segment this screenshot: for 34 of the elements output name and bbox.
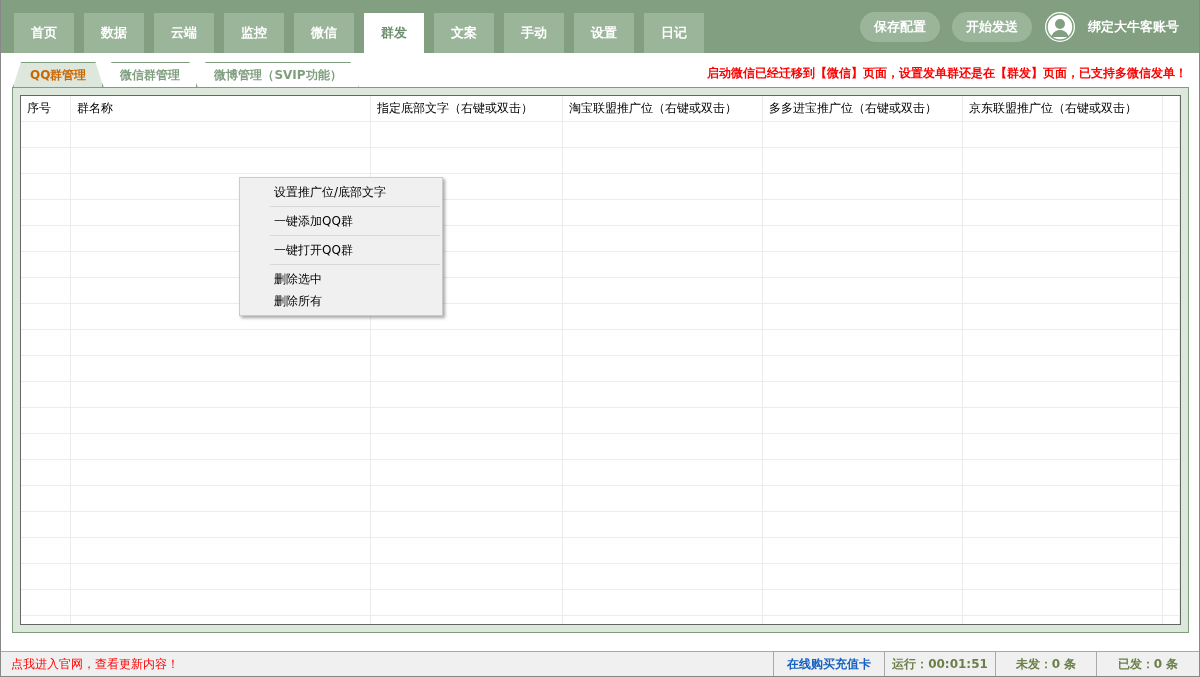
column-header: 序号 bbox=[21, 96, 71, 121]
menu-item[interactable]: 一键打开QQ群 bbox=[240, 239, 442, 261]
nav-tab[interactable]: 手动 bbox=[504, 13, 564, 53]
nav-tab[interactable]: 微信 bbox=[294, 13, 354, 53]
sub-tab[interactable]: 微博管理（SVIP功能） bbox=[197, 62, 359, 87]
menu-item[interactable]: 删除选中 bbox=[240, 268, 442, 290]
menu-item[interactable]: 一键添加QQ群 bbox=[240, 210, 442, 232]
nav-tab[interactable]: 日记 bbox=[644, 13, 704, 53]
notice-text: 启动微信已经迁移到【微信】页面，设置发单群还是在【群发】页面，已支持多微信发单！ bbox=[707, 64, 1187, 82]
nav-tab[interactable]: 首页 bbox=[14, 13, 74, 53]
menu-item[interactable]: 设置推广位/底部文字 bbox=[240, 181, 442, 203]
nav-tab[interactable]: 群发 bbox=[364, 13, 424, 53]
sub-tab[interactable]: 微信群管理 bbox=[103, 62, 198, 87]
column-header: 群名称 bbox=[71, 96, 371, 121]
header-button[interactable]: 开始发送 bbox=[952, 11, 1032, 42]
nav-tab[interactable]: 文案 bbox=[434, 13, 494, 53]
column-header: 多多进宝推广位（右键或双击） bbox=[763, 96, 963, 121]
column-header: 指定底部文字（右键或双击） bbox=[371, 96, 563, 121]
column-header: 淘宝联盟推广位（右键或双击） bbox=[563, 96, 763, 121]
nav-tab[interactable]: 云端 bbox=[154, 13, 214, 53]
header-button[interactable]: 保存配置 bbox=[860, 11, 940, 42]
buy-card-link[interactable]: 在线购买充值卡 bbox=[773, 652, 884, 676]
nav-tab[interactable]: 数据 bbox=[84, 13, 144, 53]
sub-tab[interactable]: QQ群管理 bbox=[13, 62, 104, 87]
sent-count: 已发：0 条 bbox=[1096, 652, 1199, 676]
unsent-count: 未发：0 条 bbox=[995, 652, 1096, 676]
menu-item[interactable]: 删除所有 bbox=[240, 290, 442, 312]
nav-tab[interactable]: 设置 bbox=[574, 13, 634, 53]
website-link[interactable]: 点我进入官网，查看更新内容！ bbox=[1, 655, 773, 673]
runtime-text: 运行：00:01:51 bbox=[884, 652, 995, 676]
account-link[interactable]: 绑定大牛客账号 bbox=[1088, 17, 1179, 36]
column-header: 京东联盟推广位（右键或双击） bbox=[963, 96, 1163, 121]
nav-tab[interactable]: 监控 bbox=[224, 13, 284, 53]
user-avatar-icon[interactable] bbox=[1044, 10, 1076, 43]
